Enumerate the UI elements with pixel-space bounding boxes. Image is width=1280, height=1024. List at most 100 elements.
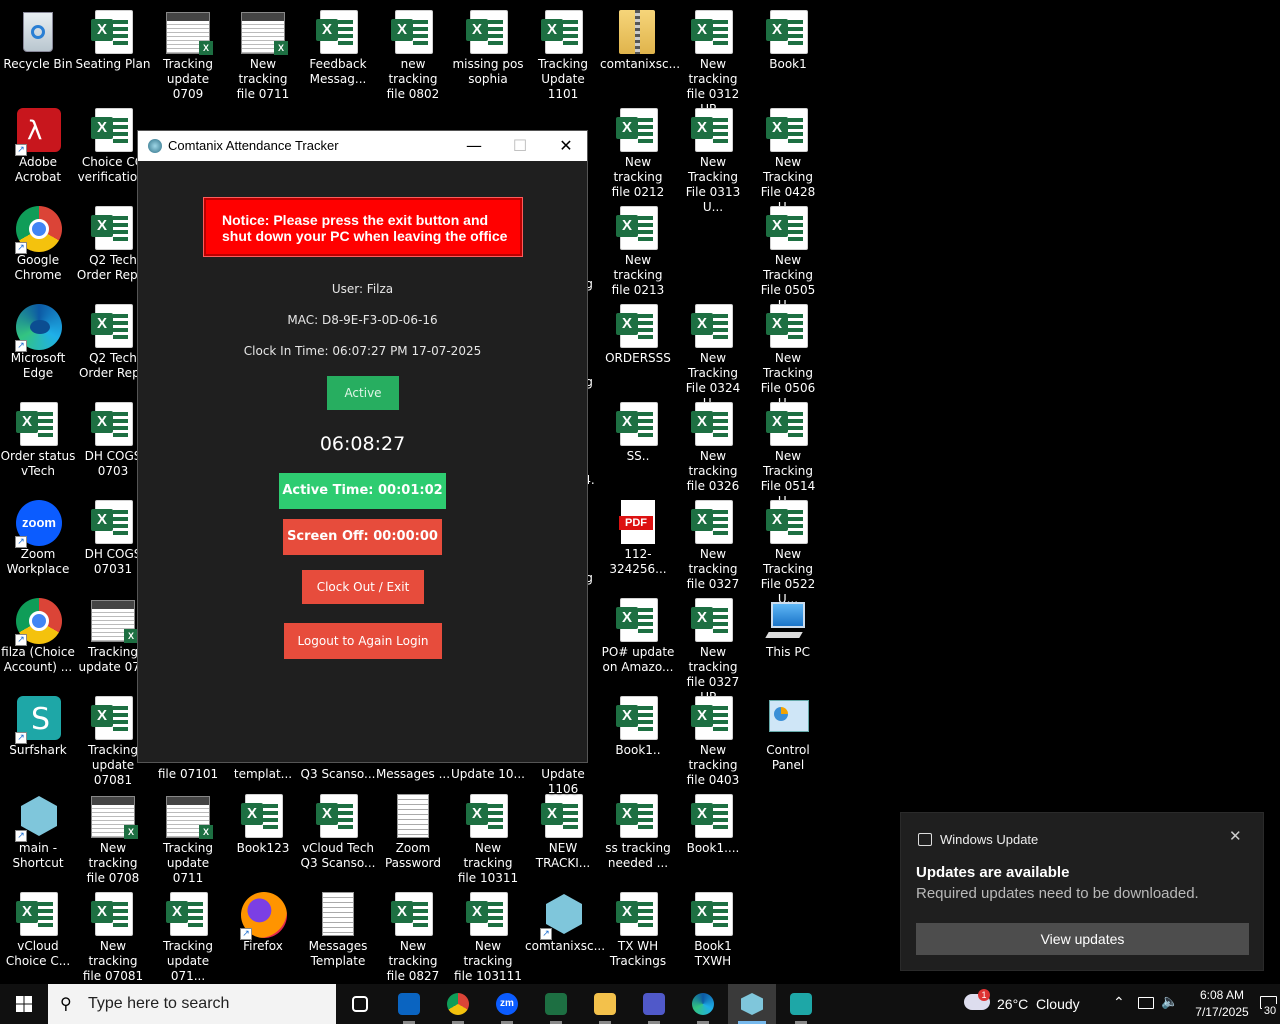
desktop-icon[interactable]: X Book1 xyxy=(750,0,826,98)
desktop-icon[interactable]: XvCloud Choice C... xyxy=(0,882,76,980)
windows-logo-icon xyxy=(16,996,32,1012)
desktop-icon[interactable]: XNew Tracking File 0324 U... xyxy=(675,294,751,410)
desktop-icon[interactable]: X PO# update on Amazo... xyxy=(600,588,676,686)
desktop-icon[interactable]: X New tracking file 0711 xyxy=(225,0,301,101)
desktop-icon[interactable]: X New tracking file 0827 xyxy=(375,882,451,983)
logout-button[interactable]: Logout to Again Login xyxy=(284,623,442,659)
desktop-icon[interactable]: Zoom Password xyxy=(375,784,451,882)
excel-icon: X xyxy=(315,8,361,56)
taskbar-outlook-button[interactable] xyxy=(385,984,433,1024)
desktop-icon[interactable]: ↗ Google Chrome xyxy=(0,196,76,294)
desktop-icon[interactable]: X New Tracking File 0522 U... xyxy=(750,490,826,606)
desktop-icon-label: templat... xyxy=(233,767,293,781)
excel-icon: X xyxy=(690,498,736,546)
desktop-icon-label: missing pos sophia xyxy=(452,57,524,86)
excel-icon: X xyxy=(240,792,286,840)
weather-text[interactable]: 26°C Cloudy xyxy=(997,996,1080,1012)
desktop-icon[interactable]: ↗ filza (Choice Account) ... xyxy=(0,588,76,686)
desktop-icon[interactable]: S ↗ Surfshark xyxy=(0,686,76,784)
taskbar-file-explorer-button[interactable] xyxy=(581,984,629,1024)
screen-off-button[interactable]: Screen Off: 00:00:00 xyxy=(283,519,442,555)
desktop-icon[interactable]: ↗ Firefox xyxy=(225,882,301,980)
taskbar-zoom-button[interactable]: zm xyxy=(483,984,531,1024)
taskbar-teams-button[interactable] xyxy=(630,984,678,1024)
desktop-icon[interactable]: Xnew tracking file 0802 xyxy=(375,0,451,101)
desktop-icon[interactable]: X New tracking file 0327 xyxy=(675,490,751,591)
taskbar-task-view-button[interactable] xyxy=(336,984,384,1024)
clock-out-exit-button[interactable]: Clock Out / Exit xyxy=(302,570,424,604)
start-button[interactable] xyxy=(0,984,48,1024)
taskbar-search-box[interactable]: ⚲ Type here to search xyxy=(48,984,336,1024)
excel-icon: X xyxy=(90,302,136,350)
desktop-icon[interactable]: Recycle Bin xyxy=(0,0,76,98)
desktop-icon[interactable]: X New tracking file 103111 xyxy=(450,882,526,983)
desktop-icon[interactable]: X TX WH Trackings xyxy=(600,882,676,980)
chevron-up-icon[interactable]: ⌃ xyxy=(1113,994,1125,1011)
desktop-icon[interactable]: XNew Tracking File 0506 U... xyxy=(750,294,826,410)
maximize-button[interactable]: ☐ xyxy=(497,131,543,161)
desktop-icon[interactable]: X Tracking update 0709 xyxy=(150,0,226,101)
desktop-icon[interactable]: X Order status vTech xyxy=(0,392,76,490)
desktop-icon[interactable]: X Tracking update 071... xyxy=(150,882,226,983)
network-icon[interactable] xyxy=(1138,997,1154,1009)
desktop-icon[interactable]: X New Tracking File 0313 U... xyxy=(675,98,751,214)
desktop-icon[interactable]: X Book1.. xyxy=(600,686,676,784)
taskbar-excel-button[interactable] xyxy=(532,984,580,1024)
desktop-icon[interactable]: This PC xyxy=(750,588,826,686)
desktop-icon[interactable]: Xmissing pos sophia xyxy=(450,0,526,98)
volume-icon[interactable]: 🔈 xyxy=(1161,993,1178,1010)
search-placeholder: Type here to search xyxy=(88,995,230,1012)
desktop-icon[interactable]: X Tracking update 0711 xyxy=(150,784,226,885)
taskbar: ⚲ Type here to search zm 1 26°C Cloudy ⌃… xyxy=(0,984,1280,1024)
close-button[interactable]: ✕ xyxy=(543,131,589,161)
desktop-icon[interactable]: X New tracking file 10311 xyxy=(450,784,526,885)
desktop-icon[interactable]: ↗ Microsoft Edge xyxy=(0,294,76,392)
notification-close-button[interactable]: ✕ xyxy=(1229,827,1242,845)
desktop-icon[interactable]: comtanixsc... xyxy=(600,0,680,98)
status-button[interactable]: Active xyxy=(327,376,399,410)
title-bar[interactable]: Comtanix Attendance Tracker — ☐ ✕ xyxy=(138,131,587,161)
active-time-button[interactable]: Active Time: 00:01:02 xyxy=(279,473,446,509)
desktop-icon[interactable]: X Book1.... xyxy=(675,784,751,882)
taskbar-surfshark-button[interactable] xyxy=(777,984,825,1024)
desktop-icon[interactable]: X New tracking file 0708 xyxy=(75,784,151,885)
desktop-icon[interactable]: XNew Tracking File 0428 U... xyxy=(750,98,826,214)
minimize-button[interactable]: — xyxy=(451,131,497,161)
desktop-icon[interactable]: ↗ comtanixsc... xyxy=(525,882,605,980)
clock-date[interactable]: 7/17/2025 xyxy=(1186,1005,1258,1019)
excel-icon: X xyxy=(315,792,361,840)
excel-icon: X xyxy=(690,792,736,840)
taskbar-chrome-button[interactable] xyxy=(434,984,482,1024)
desktop-icon[interactable]: X New tracking file 07081 xyxy=(75,882,151,983)
taskbar-edge-button[interactable] xyxy=(679,984,727,1024)
desktop-icon[interactable]: XNew tracking file 0312 UP... xyxy=(675,0,751,116)
desktop-icon[interactable]: X Seating Plan xyxy=(75,0,151,98)
desktop-icon[interactable]: Xss tracking needed ... xyxy=(600,784,676,882)
desktop-icon[interactable]: λ ↗ Adobe Acrobat xyxy=(0,98,76,196)
excel-icon: X xyxy=(90,106,136,154)
view-updates-button[interactable]: View updates xyxy=(916,923,1249,955)
desktop-icon[interactable]: XNew Tracking File 0505 U... xyxy=(750,196,826,312)
excel-icon: X xyxy=(90,204,136,252)
desktop-icon[interactable]: XNew Tracking File 0514 U... xyxy=(750,392,826,508)
desktop-icon[interactable]: X Feedback Messag... xyxy=(300,0,376,98)
excel-icon: X xyxy=(690,400,736,448)
thumb-icon: X xyxy=(90,596,138,644)
taskbar-comtanix-button[interactable] xyxy=(728,984,776,1024)
desktop-icon[interactable]: Control Panel xyxy=(750,686,826,784)
desktop-icon[interactable]: X New tracking file 0403 xyxy=(675,686,751,787)
desktop-icon[interactable]: ↗ main - Shortcut xyxy=(0,784,76,882)
desktop-icon[interactable]: X New tracking file 0212 xyxy=(600,98,676,199)
excel-icon: X xyxy=(390,8,436,56)
desktop-icon[interactable]: X Book1 TXWH xyxy=(675,882,751,980)
desktop-icon-label: Firefox xyxy=(243,939,283,953)
clock-time[interactable]: 6:08 AM xyxy=(1190,988,1254,1002)
desktop-icon[interactable]: X New tracking file 0326 xyxy=(675,392,751,493)
desktop-icon[interactable]: Messages Template xyxy=(300,882,376,980)
desktop-icon[interactable]: zoom ↗ Zoom Workplace xyxy=(0,490,76,588)
desktop-icon[interactable]: X NEW TRACKI... xyxy=(525,784,601,882)
desktop-icon[interactable]: X Book123 xyxy=(225,784,301,882)
desktop-icon[interactable]: XvCloud Tech Q3 Scanso... xyxy=(300,784,376,882)
desktop-icon[interactable]: X Tracking Update 1101 xyxy=(525,0,601,101)
desktop-icon[interactable]: XNew tracking file 0327 UP... xyxy=(675,588,751,704)
